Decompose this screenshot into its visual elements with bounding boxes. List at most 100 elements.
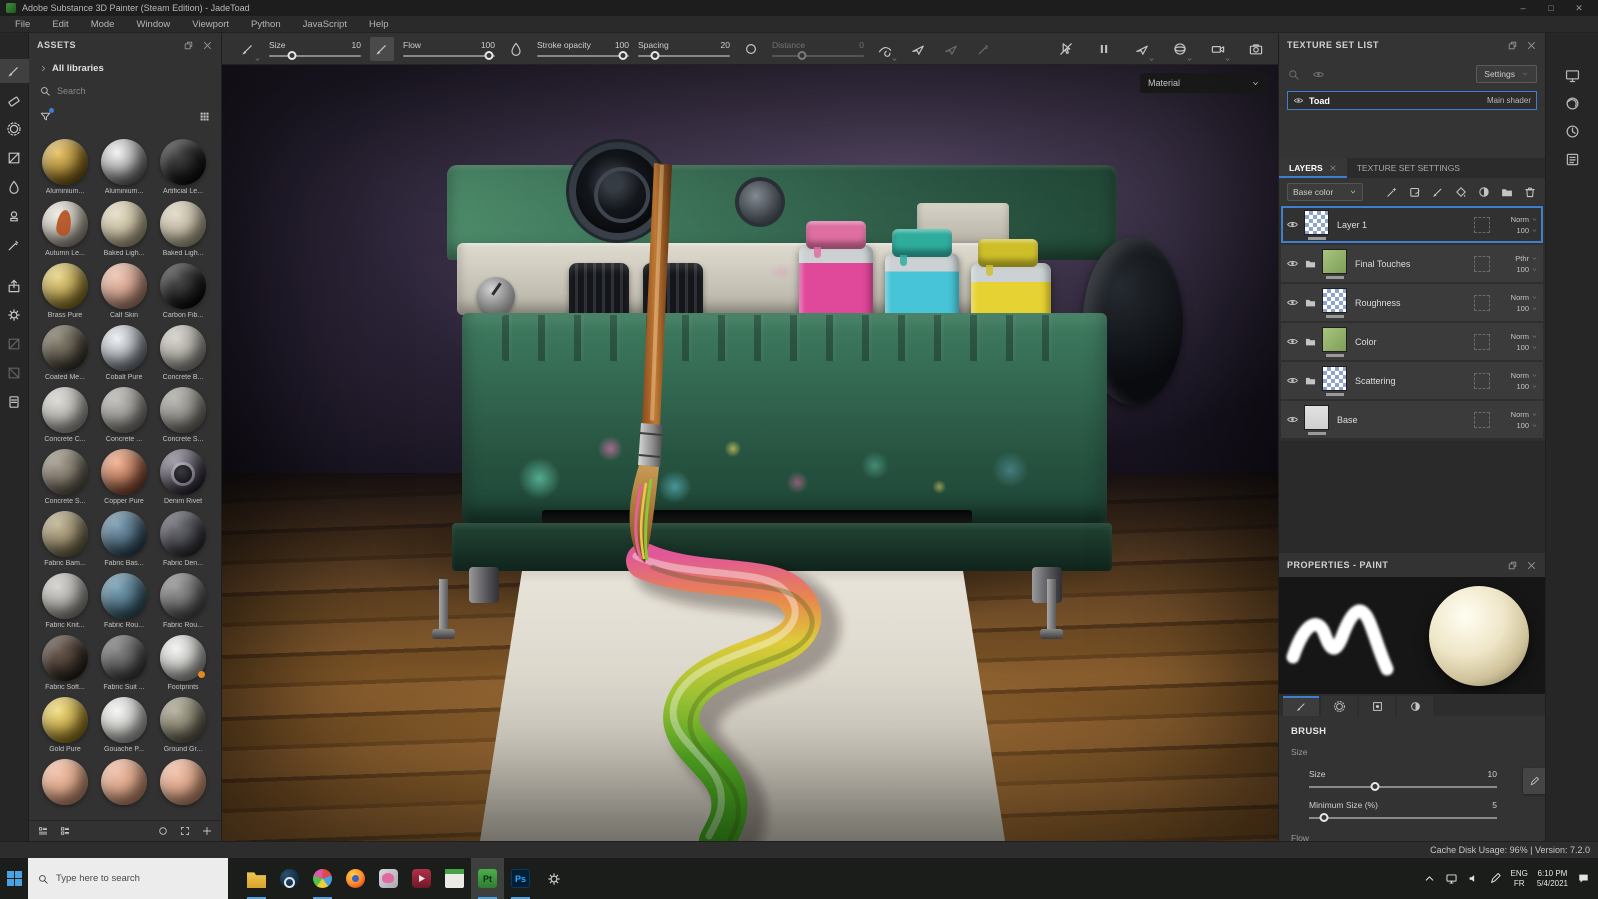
taskbar-search-input[interactable] — [56, 873, 219, 884]
add-smart-material-icon[interactable] — [1408, 185, 1422, 199]
clock[interactable]: 6:10 PM5/4/2021 — [1537, 869, 1568, 889]
layer-opacity[interactable]: 100 — [1516, 226, 1538, 235]
search-texture-sets-icon[interactable] — [1287, 68, 1300, 81]
pointer-block-icon[interactable] — [1054, 37, 1078, 61]
slider-knob[interactable] — [1320, 813, 1329, 822]
menu-viewport[interactable]: Viewport — [181, 16, 240, 32]
resources-updater-icon[interactable] — [0, 390, 29, 414]
tab-layers[interactable]: LAYERS — [1279, 158, 1347, 178]
toggle-visibility-icon[interactable] — [1312, 68, 1325, 81]
texture-set-row[interactable]: ToadMain shader — [1287, 91, 1537, 110]
slider-track[interactable] — [1309, 786, 1497, 788]
channel-selector[interactable]: Base color — [1287, 183, 1363, 201]
slider-track[interactable] — [772, 55, 864, 57]
layer-row[interactable]: ColorNorm 100 — [1281, 323, 1543, 360]
add-folder-icon[interactable] — [1500, 185, 1514, 199]
camera-mode-icon[interactable] — [1206, 37, 1230, 61]
material-item[interactable]: Cobalt Pure — [96, 325, 152, 381]
tab-material[interactable] — [1397, 696, 1433, 716]
toolbar-slider-size[interactable]: Size10 — [269, 40, 361, 57]
slider-knob[interactable] — [484, 51, 493, 60]
pen-pressure-toggle[interactable] — [1523, 768, 1545, 794]
material-item[interactable]: Brass Pure — [37, 263, 93, 319]
slider-knob[interactable] — [798, 51, 807, 60]
layer-row[interactable]: Layer 1Norm 100 — [1281, 206, 1543, 243]
material-item[interactable]: Gold Pure — [37, 697, 93, 753]
material-item[interactable]: Concrete ... — [96, 387, 152, 443]
layer-row[interactable]: BaseNorm 100 — [1281, 401, 1543, 438]
taskbar-app-media-app[interactable] — [405, 858, 438, 899]
assets-search-input[interactable] — [57, 86, 211, 96]
material-item[interactable]: Baked Ligh... — [155, 201, 211, 257]
taskbar-app-settings[interactable] — [537, 858, 570, 899]
slider-knob[interactable] — [1370, 782, 1379, 791]
add-mask-icon[interactable] — [1477, 185, 1491, 199]
layer-opacity[interactable]: 100 — [1516, 343, 1538, 352]
eye-icon[interactable] — [1286, 296, 1299, 309]
eye-icon[interactable] — [1286, 257, 1299, 270]
taskbar-app-color-wheel-app[interactable] — [306, 858, 339, 899]
taskbar-app-steam[interactable] — [273, 858, 306, 899]
taskbar-app-firefox[interactable] — [339, 858, 372, 899]
tab-alpha[interactable] — [1321, 696, 1357, 716]
menu-javascript[interactable]: JavaScript — [292, 16, 358, 32]
polygon-fill-tool-icon[interactable] — [0, 146, 29, 170]
shading-mode-icon[interactable] — [1168, 37, 1192, 61]
uv-tool-icon[interactable] — [0, 361, 29, 385]
panel-expand-icon[interactable] — [1507, 560, 1518, 571]
material-item[interactable]: Concrete S... — [37, 449, 93, 505]
material-item[interactable]: Aluminium... — [96, 139, 152, 195]
slider-track[interactable] — [537, 55, 629, 57]
material-item[interactable]: Calf Skin — [96, 263, 152, 319]
menu-window[interactable]: Window — [125, 16, 181, 32]
material-item[interactable]: Concrete B... — [155, 325, 211, 381]
material-item[interactable]: Concrete C... — [37, 387, 93, 443]
toolbar-slider-flow[interactable]: Flow100 — [403, 40, 495, 57]
layer-opacity[interactable]: 100 — [1516, 304, 1538, 313]
symmetry-icon[interactable] — [906, 37, 930, 61]
material-item[interactable] — [155, 759, 211, 808]
layer-opacity[interactable]: 100 — [1516, 265, 1538, 274]
eye-icon[interactable] — [1286, 218, 1299, 231]
list-view-icon[interactable] — [37, 825, 49, 837]
slider-track[interactable] — [269, 55, 361, 57]
layer-blend-mode[interactable]: Pthr — [1515, 254, 1538, 263]
clone-tool-icon[interactable] — [0, 204, 29, 228]
eye-icon[interactable] — [1286, 413, 1299, 426]
layer-blend-mode[interactable]: Norm — [1511, 410, 1538, 419]
material-item[interactable]: Coated Me... — [37, 325, 93, 381]
menu-file[interactable]: File — [4, 16, 41, 32]
panel-close-icon[interactable] — [1526, 560, 1537, 571]
material-item[interactable]: Concrete S... — [155, 387, 211, 443]
material-item[interactable]: Denim Rivet — [155, 449, 211, 505]
add-paint-layer-icon[interactable] — [1431, 185, 1445, 199]
taskbar-search[interactable] — [28, 858, 228, 899]
material-item[interactable]: Fabric Knit... — [37, 573, 93, 629]
taskbar-app-notes-app[interactable] — [438, 858, 471, 899]
menu-edit[interactable]: Edit — [41, 16, 79, 32]
eye-icon[interactable] — [1286, 374, 1299, 387]
grid-view-icon[interactable] — [198, 110, 211, 123]
material-item[interactable]: Fabric Suit ... — [96, 635, 152, 691]
slider-knob[interactable] — [650, 51, 659, 60]
lazy-mouse-icon[interactable] — [873, 37, 897, 61]
material-item[interactable]: Fabric Den... — [155, 511, 211, 567]
slider-track[interactable] — [403, 55, 495, 57]
close-button[interactable]: ✕ — [1566, 1, 1592, 15]
material-item[interactable]: Gouache P... — [96, 697, 152, 753]
material-item[interactable]: Copper Pure — [96, 449, 152, 505]
panel-close-icon[interactable] — [1526, 40, 1537, 51]
screenshot-icon[interactable] — [1244, 37, 1268, 61]
display-settings-panel-icon[interactable] — [1564, 67, 1581, 84]
language-indicator[interactable]: ENGFR — [1511, 869, 1528, 889]
layer-opacity[interactable]: 100 — [1516, 421, 1538, 430]
material-item[interactable]: Fabric Rou... — [155, 573, 211, 629]
taskbar-app-substance-painter[interactable]: Pt — [471, 858, 504, 899]
material-item[interactable] — [37, 759, 93, 808]
brush-preset-icon[interactable] — [236, 37, 260, 61]
menu-python[interactable]: Python — [240, 16, 292, 32]
texture-set-settings-panel-icon[interactable] — [1564, 151, 1581, 168]
material-item[interactable]: Fabric Soft... — [37, 635, 93, 691]
menu-help[interactable]: Help — [358, 16, 400, 32]
history-panel-icon[interactable] — [1564, 123, 1581, 140]
